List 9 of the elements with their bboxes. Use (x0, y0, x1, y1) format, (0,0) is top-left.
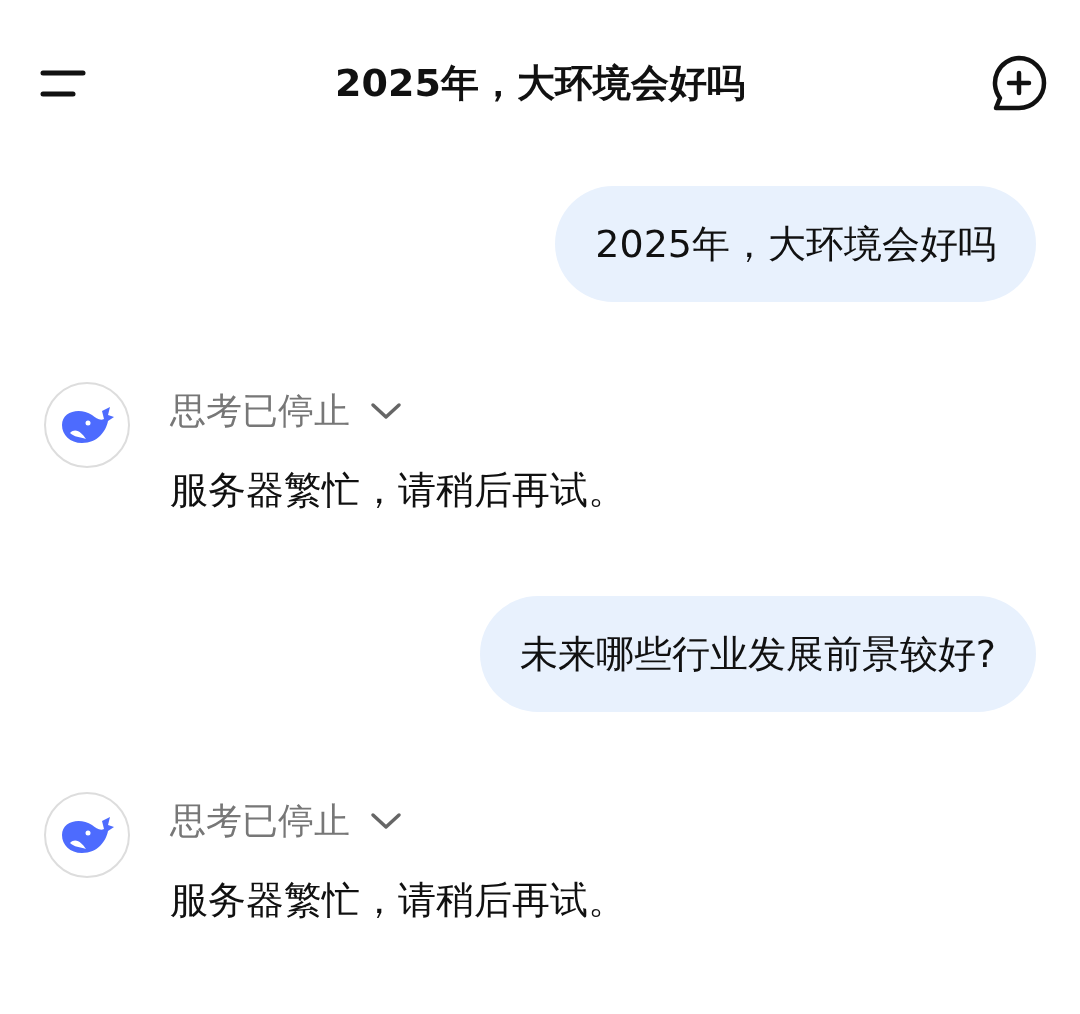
menu-icon[interactable] (40, 69, 86, 97)
assistant-message: 服务器繁忙，请稍后再试。 (170, 877, 626, 924)
user-message: 2025年，大环境会好吗 (555, 186, 1036, 302)
assistant-message: 服务器繁忙，请稍后再试。 (170, 467, 626, 514)
user-message: 未来哪些行业发展前景较好? (479, 596, 1036, 712)
thinking-toggle[interactable]: 思考已停止 (170, 388, 402, 434)
chat-title: 2025年，大环境会好吗 (335, 60, 745, 106)
new-chat-icon[interactable] (990, 54, 1048, 112)
thinking-toggle[interactable]: 思考已停止 (170, 798, 402, 844)
